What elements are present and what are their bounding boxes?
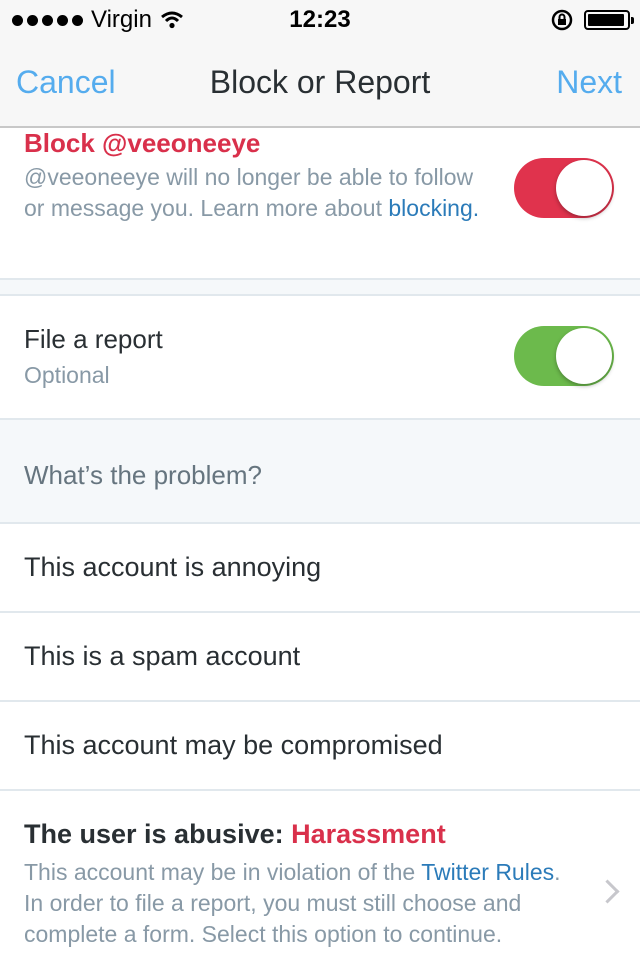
abusive-desc-pre: This account may be in violation of the: [24, 859, 422, 885]
block-section: Block @veeoneeye @veeoneeye will no long…: [0, 128, 640, 280]
section-divider: [0, 280, 640, 296]
option-label: This is a spam account: [24, 641, 301, 671]
report-section: File a report Optional: [0, 296, 640, 420]
list-item-spam[interactable]: This is a spam account: [0, 613, 640, 702]
rotation-lock-icon: [551, 9, 573, 31]
toggle-knob: [556, 160, 612, 216]
blocking-link[interactable]: blocking: [388, 195, 472, 221]
content-area: Block @veeoneeye @veeoneeye will no long…: [0, 128, 640, 960]
option-label: This account may be compromised: [24, 730, 443, 760]
harassment-tag: Harassment: [291, 819, 446, 849]
list-item-compromised[interactable]: This account may be compromised: [0, 702, 640, 791]
block-toggle[interactable]: [514, 158, 614, 218]
list-item-annoying[interactable]: This account is annoying: [0, 524, 640, 613]
battery-fill: [588, 14, 625, 26]
list-item-abusive[interactable]: The user is abusive: Harassment This acc…: [0, 791, 640, 960]
battery-icon: [584, 10, 634, 30]
status-time: 12:23: [289, 6, 351, 33]
block-description-end: .: [472, 195, 480, 221]
block-description: @veeoneeye will no longer be able to fol…: [24, 162, 484, 224]
abusive-title: The user is abusive: Harassment: [24, 819, 446, 850]
nav-bar: Cancel Block or Report Next: [0, 40, 640, 128]
report-toggle[interactable]: [514, 326, 614, 386]
abusive-title-prefix: The user is abusive:: [24, 819, 292, 849]
block-title: Block @veeoneeye: [24, 128, 261, 158]
problem-header-text: What’s the problem?: [24, 460, 262, 490]
status-bar: Virgin 12:23: [0, 0, 640, 40]
report-title: File a report: [24, 324, 163, 354]
report-subtitle: Optional: [24, 362, 110, 388]
page-title: Block or Report: [209, 64, 431, 100]
abusive-description: This account may be in violation of the …: [24, 857, 584, 950]
chevron-right-icon: [595, 879, 620, 904]
toggle-knob: [556, 328, 612, 384]
option-label: This account is annoying: [24, 552, 322, 582]
problem-header: What’s the problem?: [0, 420, 640, 524]
next-button[interactable]: Next: [556, 64, 622, 101]
status-right: [550, 6, 634, 34]
twitter-rules-link[interactable]: Twitter Rules: [421, 859, 554, 885]
